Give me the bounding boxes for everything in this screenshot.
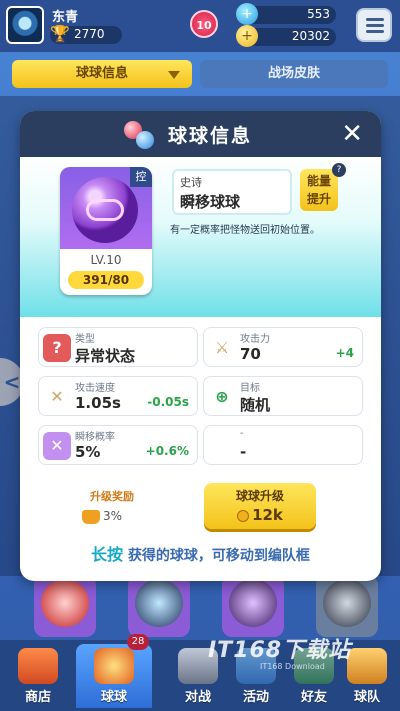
- player-level-badge: 10: [190, 10, 218, 38]
- modal-header: 球球信息 ✕: [20, 111, 381, 157]
- ball-slot[interactable]: [34, 575, 96, 637]
- nav-ball-label: 球球: [100, 690, 127, 705]
- ball-collection-row: [20, 575, 380, 637]
- ball-description: 有一定概率把怪物送回初始位置。: [170, 225, 320, 236]
- ball-icon: [94, 648, 134, 684]
- nav-ball[interactable]: 球球: [76, 644, 152, 708]
- ball-slot[interactable]: [316, 575, 378, 637]
- menu-button[interactable]: [356, 8, 392, 42]
- stat-label: 攻击速度: [75, 383, 115, 394]
- stat-empty: - -: [203, 425, 363, 465]
- crown-icon: [82, 509, 100, 524]
- balls-icon: [124, 121, 154, 149]
- stat-label: 瞬移概率: [75, 432, 115, 443]
- coin-counter[interactable]: + 20302: [236, 25, 336, 47]
- trophy-icon: 🏆: [50, 24, 70, 43]
- stat-attack-speed: ✕ 攻击速度 1.05s -0.05s: [38, 376, 198, 416]
- modal-title: 球球信息: [168, 125, 253, 147]
- menu-line-icon: [366, 30, 384, 33]
- trophy-value: 2770: [74, 27, 105, 41]
- upgrade-cost-value: 12k: [252, 506, 283, 524]
- stat-label: 攻击力: [240, 334, 270, 345]
- crossed-swords-icon: ✕: [50, 387, 64, 406]
- stat-value: 随机: [240, 396, 271, 414]
- upgrade-button-label: 球球升级: [235, 489, 284, 503]
- hint-highlight: 长按: [91, 545, 124, 564]
- stat-target: ⊕ 目标 随机: [203, 376, 363, 416]
- gem-value: 553: [307, 7, 330, 21]
- ball-upgrade-button[interactable]: 球球升级 12k: [204, 483, 316, 529]
- coin-icon: [237, 509, 250, 522]
- stat-label: 目标: [240, 383, 260, 394]
- close-icon[interactable]: ✕: [341, 119, 363, 149]
- upgrade-reward-value: 3%: [82, 509, 122, 524]
- ball-level: LV.10: [90, 253, 122, 267]
- ball-rarity: 史诗: [180, 176, 202, 189]
- coin-plus-icon[interactable]: +: [236, 25, 258, 47]
- hint-text: 获得的球球，可移动到编队框: [127, 548, 310, 564]
- stat-delta: -0.05s: [147, 395, 189, 409]
- gem-plus-icon[interactable]: +: [236, 3, 258, 25]
- stat-value: -: [240, 443, 247, 461]
- ball-name: 瞬移球球: [180, 193, 241, 211]
- ball-slot[interactable]: [222, 575, 284, 637]
- upgrade-reward-label: 升级奖励: [90, 490, 134, 503]
- help-icon[interactable]: ?: [332, 163, 346, 177]
- teleport-arrows-icon: ✕: [43, 432, 71, 460]
- site-watermark: IT168下载站 IT168 Download: [200, 632, 400, 692]
- ball-count-badge: 28: [127, 634, 149, 650]
- stat-value: 5%: [75, 443, 101, 461]
- player-avatar[interactable]: [6, 6, 44, 44]
- watermark-title: IT168下载站: [208, 638, 352, 663]
- stat-delta: +0.6%: [145, 444, 189, 458]
- player-name: 东青: [52, 10, 79, 25]
- menu-line-icon: [366, 18, 384, 21]
- stat-value: 1.05s: [75, 394, 121, 412]
- nav-shop-label: 商店: [24, 690, 51, 705]
- stat-label: 类型: [75, 334, 95, 345]
- stat-value: 异常状态: [75, 347, 136, 365]
- gem-counter[interactable]: + 553: [236, 3, 336, 25]
- coin-value: 20302: [291, 29, 330, 43]
- tab-ball-info[interactable]: 球球信息: [12, 60, 192, 88]
- shop-icon: [18, 648, 58, 684]
- watermark-subtitle: IT168 Download: [260, 662, 325, 671]
- upgrade-cost: 12k: [204, 506, 316, 524]
- energy-boost-button[interactable]: 能量 提升: [300, 169, 338, 211]
- menu-line-icon: [366, 24, 384, 27]
- tab-battle-skin[interactable]: 战场皮肤: [200, 60, 388, 88]
- ball-card-progress: 391/80: [68, 271, 144, 289]
- long-press-hint: 长按 获得的球球，可移动到编队框: [20, 541, 381, 565]
- teleport-ball-icon: [72, 177, 138, 243]
- stat-attack: ⚔ 攻击力 70 +4: [203, 327, 363, 367]
- sword-icon: ⚔: [214, 338, 230, 357]
- ball-slot[interactable]: [128, 575, 190, 637]
- stat-label: -: [240, 428, 244, 439]
- ball-name-box: 史诗 瞬移球球: [172, 169, 292, 215]
- upgrade-reward-amount: 3%: [103, 509, 123, 523]
- ball-type-tag: 控: [130, 167, 152, 187]
- question-icon: ?: [43, 334, 71, 362]
- stat-value: 70: [240, 345, 261, 363]
- chevron-down-icon: [168, 71, 180, 79]
- nav-shop[interactable]: 商店: [0, 644, 76, 708]
- stat-teleport-chance: ✕ 瞬移概率 5% +0.6%: [38, 425, 198, 465]
- crosshair-icon: ⊕: [215, 387, 229, 406]
- stat-delta: +4: [335, 346, 354, 360]
- ball-info-modal: 球球信息 ✕ 控 LV.10 391/80 史诗 瞬移球球 能量 提升 ? 有一…: [20, 111, 381, 581]
- trophy-counter: 🏆 2770: [50, 24, 122, 44]
- stat-type: ? 类型 异常状态: [38, 327, 198, 367]
- ball-card: 控 LV.10 391/80: [60, 167, 152, 295]
- tab-ball-info-label: 球球信息: [75, 66, 128, 81]
